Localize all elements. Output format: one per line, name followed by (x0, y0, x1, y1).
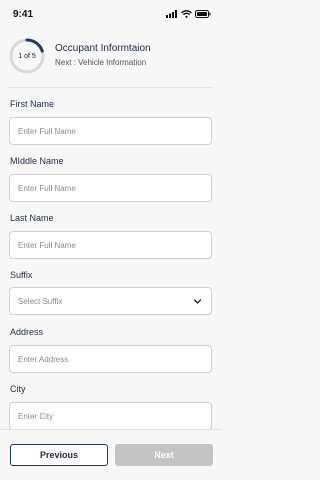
signal-icon (166, 10, 178, 18)
wifi-icon (181, 10, 192, 18)
middle-name-field[interactable]: Enter Full Name (9, 174, 212, 202)
city-placeholder: Enter City (18, 411, 54, 421)
middle-name-placeholder: Enter Full Name (18, 183, 76, 193)
address-placeholder: Enter Address (18, 354, 69, 364)
last-name-field[interactable]: Enter Full Name (9, 231, 212, 259)
first-name-placeholder: Enter Full Name (18, 126, 76, 136)
last-name-placeholder: Enter Full Name (18, 240, 76, 250)
page-title: Occupant Informtaion (55, 43, 151, 54)
first-name-field[interactable]: Enter Full Name (9, 117, 212, 145)
battery-icon (195, 10, 211, 18)
chevron-down-icon (193, 297, 202, 306)
address-field[interactable]: Enter Address (9, 345, 212, 373)
suffix-selected-value: Select Suffix (18, 296, 63, 306)
middle-name-label: MIddle Name (10, 156, 64, 166)
suffix-label: Suffix (10, 270, 33, 280)
city-label: City (10, 384, 26, 394)
next-button[interactable]: Next (115, 444, 213, 466)
last-name-label: Last Name (10, 213, 54, 223)
suffix-select[interactable]: Select Suffix (9, 287, 212, 315)
progress-label: 1 of 5 (18, 52, 36, 60)
address-label: Address (10, 327, 44, 337)
city-field[interactable]: Enter City (9, 402, 212, 430)
status-bar: 9:41 (0, 0, 222, 32)
header-divider (9, 87, 213, 88)
status-time: 9:41 (13, 9, 34, 20)
status-icons (166, 10, 211, 18)
screen: 9:41 1 of 5 Occupant Informtaion Next: … (0, 0, 222, 480)
first-name-label: First Name (10, 99, 55, 109)
progress-ring: 1 of 5 (9, 38, 45, 74)
previous-button[interactable]: Previous (10, 444, 108, 466)
next-step-label: Next : Vehicle Information (55, 58, 147, 67)
bottom-action-bar: Previous Next (0, 429, 222, 480)
